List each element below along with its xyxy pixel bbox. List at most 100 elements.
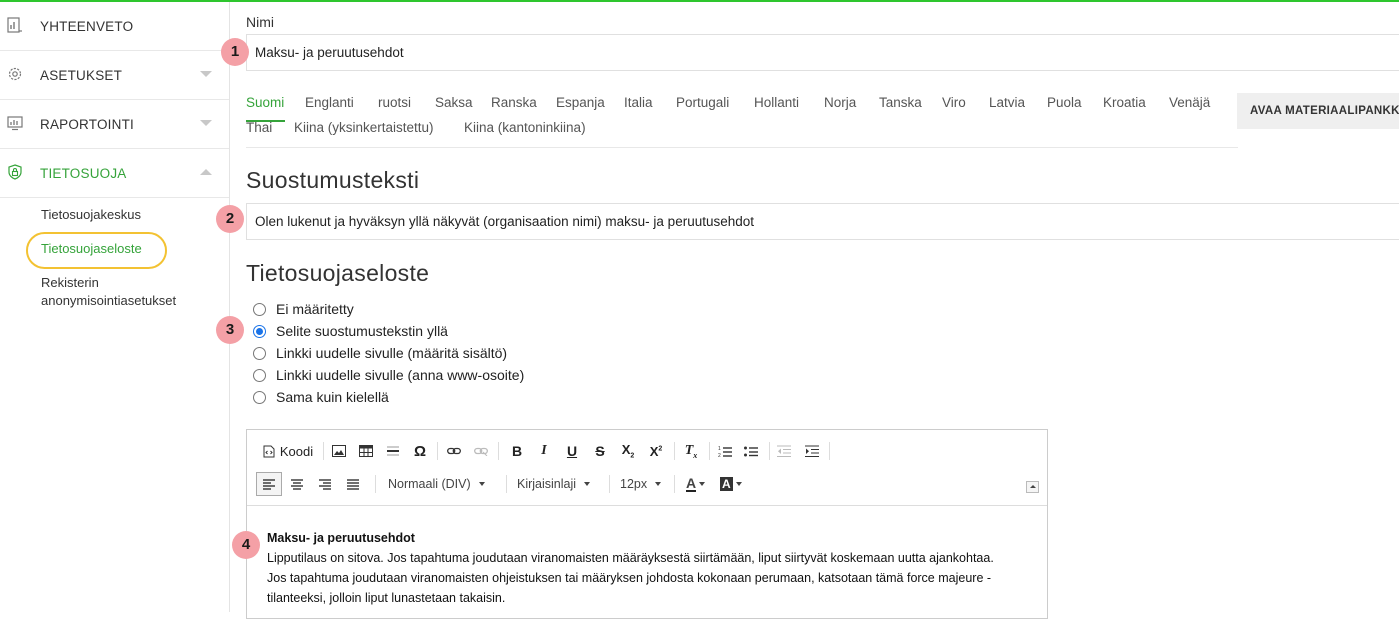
- align-right-button[interactable]: [313, 473, 337, 495]
- background-color-button[interactable]: A: [720, 473, 742, 495]
- radio-button[interactable]: [253, 368, 266, 382]
- annotation-badge-3: 3: [216, 316, 244, 344]
- strikethrough-button[interactable]: S: [588, 440, 612, 462]
- tab-ranska[interactable]: Ranska: [491, 95, 537, 110]
- italic-button[interactable]: I: [532, 440, 556, 462]
- sidebar-item-yhteenveto[interactable]: YHTEENVETO: [0, 2, 229, 51]
- superscript-button[interactable]: X2: [644, 440, 668, 462]
- chevron-up-icon: [200, 169, 212, 175]
- radio-option-linkki-sisalto[interactable]: Linkki uudelle sivulle (määritä sisältö): [253, 343, 507, 363]
- sidebar-item-label: TIETOSUOJA: [40, 165, 127, 181]
- font-size-dropdown[interactable]: 12px: [620, 473, 662, 495]
- underline-button[interactable]: U: [560, 440, 584, 462]
- content-heading: Maksu- ja peruutusehdot: [267, 531, 415, 545]
- tab-ruotsi[interactable]: ruotsi: [378, 95, 411, 110]
- outdent-button[interactable]: [772, 440, 796, 462]
- tab-portugali[interactable]: Portugali: [676, 95, 729, 110]
- remove-format-button[interactable]: Tx: [679, 440, 703, 462]
- tab-thai[interactable]: Thai: [246, 120, 272, 135]
- dropdown-arrow-icon: [699, 482, 706, 486]
- tab-kiina-kantoninkiina[interactable]: Kiina (kantoninkiina): [464, 120, 586, 135]
- sidebar-item-raportointi[interactable]: RAPORTOINTI: [0, 100, 229, 149]
- tab-tanska[interactable]: Tanska: [879, 95, 922, 110]
- tab-espanja[interactable]: Espanja: [556, 95, 605, 110]
- align-justify-button[interactable]: [341, 473, 365, 495]
- tab-viro[interactable]: Viro: [942, 95, 966, 110]
- text-color-button[interactable]: A: [686, 473, 706, 495]
- sidebar-subitem-tietosuojaseloste[interactable]: Tietosuojaseloste: [41, 241, 142, 256]
- horizontal-line-icon: [387, 446, 399, 456]
- image-icon: [332, 445, 346, 457]
- radio-option-linkki-www[interactable]: Linkki uudelle sivulle (anna www-osoite): [253, 365, 524, 385]
- table-button[interactable]: [356, 440, 376, 462]
- align-left-button[interactable]: [256, 472, 282, 496]
- tab-italia[interactable]: Italia: [624, 95, 653, 110]
- radio-option-sama-kuin[interactable]: Sama kuin kielellä: [253, 387, 389, 407]
- tabs-divider: [246, 147, 1238, 148]
- tab-saksa[interactable]: Saksa: [435, 95, 473, 110]
- sidebar-item-asetukset[interactable]: ASETUKSET: [0, 51, 229, 100]
- toolbar-separator: [498, 442, 499, 460]
- radio-option-selite[interactable]: Selite suostumustekstin yllä: [253, 321, 448, 341]
- align-right-icon: [319, 478, 331, 490]
- link-icon: [447, 447, 461, 455]
- dropdown-arrow-icon: [584, 482, 591, 486]
- radio-button[interactable]: [253, 390, 266, 404]
- numbered-list-icon: 12: [718, 446, 732, 458]
- tab-suomi[interactable]: Suomi: [246, 95, 284, 110]
- font-dropdown[interactable]: Kirjaisinlaji: [517, 473, 591, 495]
- dropdown-arrow-icon: [478, 482, 485, 486]
- tab-englanti[interactable]: Englanti: [305, 95, 354, 110]
- indent-button[interactable]: [800, 440, 824, 462]
- open-material-bank-button[interactable]: AVAA MATERIAALIPANKKI: [1237, 93, 1399, 129]
- sidebar-subitem-rekisteri-line2[interactable]: anonymisointiasetukset: [41, 293, 176, 308]
- toolbar-separator: [829, 442, 830, 460]
- toolbar-separator: [709, 442, 710, 460]
- consent-text-input[interactable]: Olen lukenut ja hyväksyn yllä näkyvät (o…: [246, 203, 1399, 240]
- bullet-list-icon: [744, 446, 758, 456]
- bold-icon: B: [511, 443, 523, 459]
- italic-icon: I: [541, 443, 547, 458]
- special-character-button[interactable]: Ω: [410, 440, 430, 462]
- radio-button[interactable]: [253, 302, 266, 316]
- numbered-list-button[interactable]: 12: [713, 440, 737, 462]
- table-icon: [359, 445, 373, 457]
- gear-icon: [8, 67, 22, 81]
- omega-icon: Ω: [413, 442, 427, 460]
- font-size-dropdown-value: 12px: [620, 477, 648, 491]
- tab-norja[interactable]: Norja: [824, 95, 856, 110]
- sidebar-subitem-rekisteri-line1[interactable]: Rekisterin: [41, 275, 99, 290]
- radio-button-checked[interactable]: [253, 324, 266, 338]
- source-code-button[interactable]: Koodi: [260, 440, 316, 462]
- tab-hollanti[interactable]: Hollanti: [754, 95, 799, 110]
- name-input[interactable]: Maksu- ja peruutusehdot: [246, 34, 1399, 71]
- radio-option-ei-maaritetty[interactable]: Ei määritetty: [253, 299, 354, 319]
- horizontal-line-button[interactable]: [383, 440, 403, 462]
- radio-label: Selite suostumustekstin yllä: [276, 323, 448, 339]
- tab-puola[interactable]: Puola: [1047, 95, 1082, 110]
- sidebar-subitem-tietosuojakeskus[interactable]: Tietosuojakeskus: [41, 207, 141, 222]
- bold-button[interactable]: B: [505, 440, 529, 462]
- tab-venaja[interactable]: Venäjä: [1169, 95, 1210, 110]
- format-dropdown[interactable]: Normaali (DIV): [388, 473, 485, 495]
- background-color-icon: A: [720, 477, 733, 491]
- toolbar-separator: [375, 475, 376, 493]
- tab-kroatia[interactable]: Kroatia: [1103, 95, 1146, 110]
- link-button[interactable]: [444, 440, 464, 462]
- tab-latvia[interactable]: Latvia: [989, 95, 1025, 110]
- subscript-button[interactable]: X2: [616, 440, 640, 462]
- align-left-icon: [263, 478, 275, 490]
- chevron-down-icon: [200, 120, 212, 126]
- radio-label: Linkki uudelle sivulle (määritä sisältö): [276, 345, 508, 361]
- align-center-button[interactable]: [285, 473, 309, 495]
- tab-kiina-yksinkertaistettu[interactable]: Kiina (yksinkertaistettu): [294, 120, 434, 135]
- sidebar-item-label: ASETUKSET: [40, 67, 123, 83]
- strikethrough-icon: S: [595, 443, 605, 459]
- collapse-toolbar-button[interactable]: [1026, 481, 1039, 493]
- radio-button[interactable]: [253, 346, 266, 360]
- image-button[interactable]: [329, 440, 349, 462]
- bullet-list-button[interactable]: [739, 440, 763, 462]
- unlink-button[interactable]: [471, 440, 491, 462]
- editor-content[interactable]: Maksu- ja peruutusehdot Lipputilaus on s…: [247, 505, 1047, 620]
- sidebar-item-tietosuoja[interactable]: TIETOSUOJA: [0, 149, 229, 198]
